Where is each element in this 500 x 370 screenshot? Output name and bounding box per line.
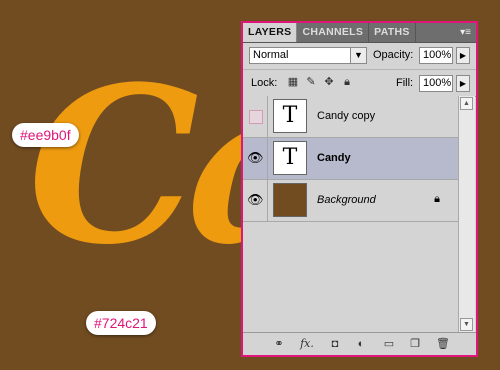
layer-name: Candy <box>317 152 351 164</box>
adjustment-layer-icon[interactable]: ◐ <box>353 337 369 351</box>
chevron-down-icon: ▼ <box>350 48 366 63</box>
text-layer-thumbnail: T <box>273 141 307 175</box>
opacity-input[interactable]: 100% <box>419 47 453 64</box>
lock-all-icon[interactable]: 🔒︎ <box>341 76 353 88</box>
new-layer-icon[interactable]: ❐ <box>407 337 423 351</box>
orange-color-label: #ee9b0f <box>12 123 79 147</box>
eye-icon: 👁︎ <box>247 150 264 165</box>
visibility-off-box <box>249 110 263 124</box>
visibility-toggle[interactable]: 👁︎ <box>243 138 268 179</box>
fill-label: Fill: <box>396 77 414 89</box>
fill-input[interactable]: 100% <box>419 75 453 92</box>
opacity-label: Opacity: <box>373 49 414 61</box>
panel-bottom-bar: ⚭ fx. ◘ ◐ ▭ ❐ 🗑︎ <box>243 332 476 355</box>
scroll-up-icon[interactable]: ▲ <box>460 97 473 110</box>
blend-mode-select[interactable]: Normal ▼ <box>249 47 367 64</box>
link-layers-icon[interactable]: ⚭ <box>271 337 287 351</box>
panel-menu-icon[interactable]: ▾≡ <box>460 23 471 42</box>
layer-mask-icon[interactable]: ◘ <box>327 337 343 351</box>
fill-slider-arrow-icon[interactable]: ▶ <box>456 75 470 92</box>
panel-tabs: LAYERS CHANNELS PATHS ▾≡ <box>243 23 476 43</box>
layers-list: T Candy copy 👁︎ T Candy 👁︎ Background 🔒︎ <box>243 96 458 332</box>
layer-row-candy[interactable]: 👁︎ T Candy <box>243 138 458 180</box>
background-layer-thumbnail <box>273 183 307 217</box>
layer-style-fx-icon[interactable]: fx. <box>299 337 315 351</box>
scroll-down-icon[interactable]: ▼ <box>460 318 473 331</box>
lock-image-icon[interactable]: ✎ <box>305 76 317 88</box>
layers-panel: LAYERS CHANNELS PATHS ▾≡ Normal ▼ Opacit… <box>241 21 478 357</box>
layer-name: Background <box>317 194 376 206</box>
lock-position-icon[interactable]: ✥ <box>323 76 335 88</box>
visibility-toggle[interactable] <box>243 96 268 137</box>
layers-scrollbar[interactable]: ▲ ▼ <box>458 96 475 332</box>
tab-paths[interactable]: PATHS <box>369 23 416 42</box>
lock-transparent-icon[interactable]: ▦ <box>287 76 299 88</box>
blend-mode-value: Normal <box>253 49 289 61</box>
opacity-slider-arrow-icon[interactable]: ▶ <box>456 47 470 64</box>
layer-row-candy-copy[interactable]: T Candy copy <box>243 96 458 138</box>
new-group-icon[interactable]: ▭ <box>381 337 397 351</box>
visibility-toggle[interactable]: 👁︎ <box>243 180 268 221</box>
layer-row-background[interactable]: 👁︎ Background 🔒︎ <box>243 180 458 222</box>
lock-icon: 🔒︎ <box>434 193 440 205</box>
text-layer-thumbnail: T <box>273 99 307 133</box>
trash-icon[interactable]: 🗑︎ <box>435 337 451 351</box>
tab-layers[interactable]: LAYERS <box>243 23 298 42</box>
lock-row: Lock: ▦ ✎ ✥ 🔒︎ Fill: 100% ▶ <box>243 70 476 97</box>
eye-icon: 👁︎ <box>247 192 264 207</box>
lock-label: Lock: <box>251 77 278 89</box>
brown-color-label: #724c21 <box>86 311 156 335</box>
blend-row: Normal ▼ Opacity: 100% ▶ <box>243 43 476 70</box>
tab-channels[interactable]: CHANNELS <box>297 23 370 42</box>
layer-name: Candy copy <box>317 110 376 122</box>
